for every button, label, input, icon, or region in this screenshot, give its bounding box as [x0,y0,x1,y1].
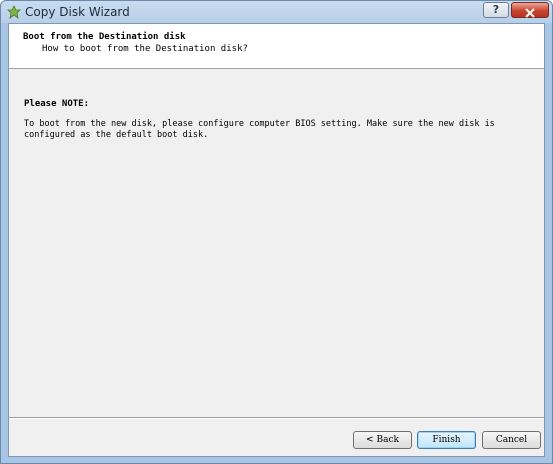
help-button[interactable]: ? [483,2,509,18]
wizard-header: Boot from the Destination disk How to bo… [9,24,544,69]
help-icon: ? [492,3,500,16]
page-subtitle: How to boot from the Destination disk? [42,44,248,54]
app-icon [7,5,21,19]
close-button[interactable] [511,2,549,18]
wizard-window: Copy Disk Wizard ? Boot from the Destina… [0,0,553,464]
back-button-label: Back [376,435,400,445]
note-heading: Please NOTE: [24,99,90,109]
cancel-button-label: Cancel [495,435,528,445]
page-title: Boot from the Destination disk [23,32,186,42]
wizard-client-area: Boot from the Destination disk How to bo… [8,23,545,457]
finish-button-label: Finish [432,435,461,445]
finish-button[interactable]: Finish [417,431,476,449]
note-text: To boot from the new disk, please config… [24,119,495,140]
footer-divider [9,417,544,419]
window-title: Copy Disk Wizard [25,5,130,19]
cancel-button[interactable]: Cancel [482,431,541,449]
back-button[interactable]: < Back [353,431,412,449]
title-bar[interactable]: Copy Disk Wizard ? [1,1,552,23]
close-icon [525,8,535,18]
chevron-left-icon: < [365,435,374,445]
